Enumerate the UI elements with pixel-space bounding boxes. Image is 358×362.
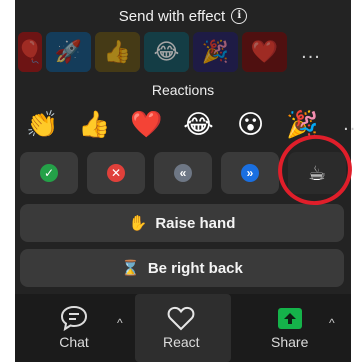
more-effects-button[interactable]: ... <box>291 32 331 72</box>
chat-bubble-icon <box>59 302 89 334</box>
heart-outline-icon <box>166 302 196 334</box>
reaction-surprised-button[interactable]: 😮 <box>229 106 272 142</box>
chat-caret-button[interactable]: ^ <box>117 316 123 330</box>
raised-hand-icon: ✋ <box>128 215 148 232</box>
x-icon: ✕ <box>107 164 125 182</box>
reaction-heart-button[interactable]: ❤️ <box>125 106 168 142</box>
no-button[interactable]: ✕ <box>87 152 145 194</box>
heart-icon: ❤️ <box>130 108 163 139</box>
more-reactions-button[interactable]: ... <box>333 104 358 144</box>
check-icon: ✓ <box>40 164 58 182</box>
reactions-label: Reactions <box>151 82 215 98</box>
faster-button[interactable]: » <box>221 152 279 194</box>
share-arrow-icon <box>276 302 304 334</box>
thumbs-up-icon: 👍 <box>78 108 111 139</box>
share-caret-button[interactable]: ^ <box>329 316 335 330</box>
meeting-toolbar: Chat ^ React Share ^ <box>15 294 351 362</box>
info-icon[interactable]: i <box>231 8 248 24</box>
reaction-thumbs-up-button[interactable]: 👍 <box>73 106 116 142</box>
clapping-hands-icon: 👏 <box>26 108 59 139</box>
hourglass-icon: ⌛ <box>121 260 140 277</box>
effect-laughing-button[interactable]: 😂 <box>144 32 189 72</box>
reaction-clap-button[interactable]: 👏 <box>21 106 64 142</box>
chat-label: Chat <box>59 334 89 350</box>
rewind-icon: « <box>174 164 192 182</box>
send-with-effect-header: Send with effect i <box>15 5 351 27</box>
send-with-effect-title: Send with effect <box>118 7 226 25</box>
raise-hand-button[interactable]: ✋ Raise hand <box>20 204 344 242</box>
effects-row: 🎈 🚀 👍 😂 🎉 ❤️ ... <box>18 31 331 73</box>
react-label: React <box>163 334 200 350</box>
effect-party-button[interactable]: 🎉 <box>193 32 238 72</box>
share-label: Share <box>271 334 309 350</box>
effect-heart-button[interactable]: ❤️ <box>242 32 287 72</box>
reaction-laugh-button[interactable]: 😂 <box>177 106 220 142</box>
yes-button[interactable]: ✓ <box>20 152 78 194</box>
fast-forward-icon: » <box>241 164 259 182</box>
be-right-back-label: Be right back <box>147 259 243 277</box>
be-right-back-button[interactable]: ⌛ Be right back <box>20 249 344 287</box>
effect-thumbs-up-button[interactable]: 👍 <box>95 32 140 72</box>
raise-hand-label: Raise hand <box>155 214 236 232</box>
slower-button[interactable]: « <box>154 152 212 194</box>
share-button[interactable]: Share <box>271 302 308 350</box>
laughing-face-icon: 😂 <box>183 108 214 139</box>
effect-rocket-button[interactable]: 🚀 <box>46 32 91 72</box>
chat-button[interactable]: Chat <box>59 302 89 350</box>
effect-balloon-button[interactable]: 🎈 <box>18 32 42 72</box>
surprised-face-icon: 😮 <box>236 108 265 139</box>
react-button[interactable]: React <box>163 302 200 350</box>
